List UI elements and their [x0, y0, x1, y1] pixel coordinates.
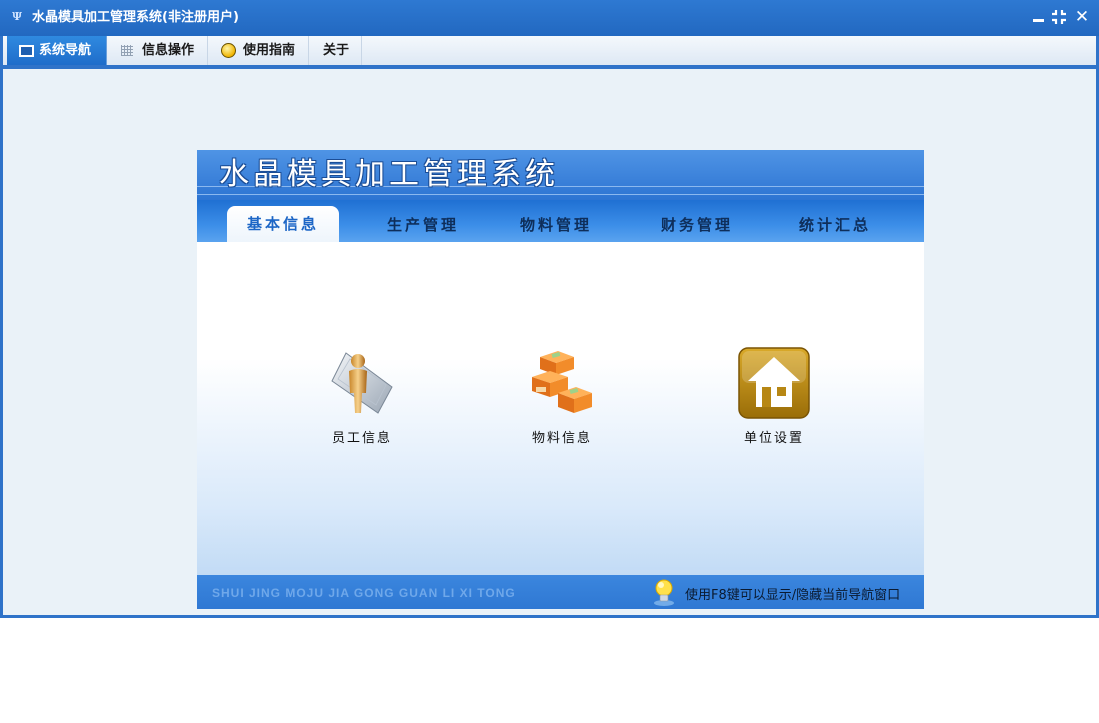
menu-bar: 系统导航 信息操作 使用指南 关于 [3, 36, 1096, 66]
menu-label: 使用指南 [243, 43, 296, 58]
module-tabs: 基本信息 生产管理 物料管理 财务管理 统计汇总 [197, 200, 924, 242]
header-divider [197, 194, 924, 195]
tile-label: 物料信息 [531, 431, 592, 446]
panel-footer: SHUI JING MOJU JIA GONG GUAN LI XI TONG … [197, 575, 924, 609]
menu-user-guide[interactable]: 使用指南 [208, 36, 309, 66]
pinyin-caption: SHUI JING MOJU JIA GONG GUAN LI XI TONG [212, 586, 516, 600]
unit-settings-tile[interactable]: 单位设置 [714, 347, 834, 447]
menu-system-navigation[interactable]: 系统导航 [7, 36, 107, 66]
monitor-icon [19, 45, 34, 57]
f8-hint: 使用F8键可以显示/隐藏当前导航窗口 [685, 588, 901, 603]
title-bar[interactable]: Ψ 水晶模具加工管理系统(非注册用户) ✕ [0, 0, 1099, 36]
window-title: 水晶模具加工管理系统(非注册用户) [32, 10, 239, 25]
employee-info-tile[interactable]: 员工信息 [302, 347, 422, 447]
tab-statistics[interactable]: 统计汇总 [799, 208, 871, 242]
close-icon[interactable]: ✕ [1074, 8, 1090, 26]
boxes-icon [532, 351, 592, 413]
panel-title: 水晶模具加工管理系统 [219, 157, 559, 192]
panel-header: 水晶模具加工管理系统 [197, 150, 924, 200]
navigation-panel: 水晶模具加工管理系统 基本信息 生产管理 物料管理 财务管理 统计汇总 员工信息… [197, 150, 924, 609]
house-icon [738, 347, 810, 419]
tab-finance[interactable]: 财务管理 [661, 208, 733, 242]
help-icon [221, 43, 236, 58]
grid-icon [121, 45, 133, 56]
menu-label: 系统导航 [39, 43, 92, 58]
app-window: Ψ 水晶模具加工管理系统(非注册用户) ✕ 系统导航 信息操作 使用指南 关于 [0, 0, 1099, 618]
menu-label: 关于 [323, 43, 350, 58]
tile-label: 单位设置 [743, 431, 804, 446]
menu-about[interactable]: 关于 [309, 36, 362, 66]
menu-divider [3, 65, 1096, 69]
tab-production[interactable]: 生产管理 [387, 208, 459, 242]
minimize-icon[interactable] [1030, 8, 1046, 26]
restore-icon[interactable] [1051, 8, 1067, 26]
tab-materials[interactable]: 物料管理 [520, 208, 592, 242]
employee-icon [331, 352, 393, 414]
tab-content: 员工信息 物料信息 单位设置 [197, 242, 924, 575]
tile-label: 员工信息 [331, 431, 392, 446]
tab-basic-info[interactable]: 基本信息 [227, 206, 339, 242]
lightbulb-icon [654, 579, 674, 606]
app-logo-icon: Ψ [12, 10, 23, 23]
menu-label: 信息操作 [142, 43, 195, 58]
menu-info-operations[interactable]: 信息操作 [107, 36, 208, 66]
material-info-tile[interactable]: 物料信息 [502, 347, 622, 447]
